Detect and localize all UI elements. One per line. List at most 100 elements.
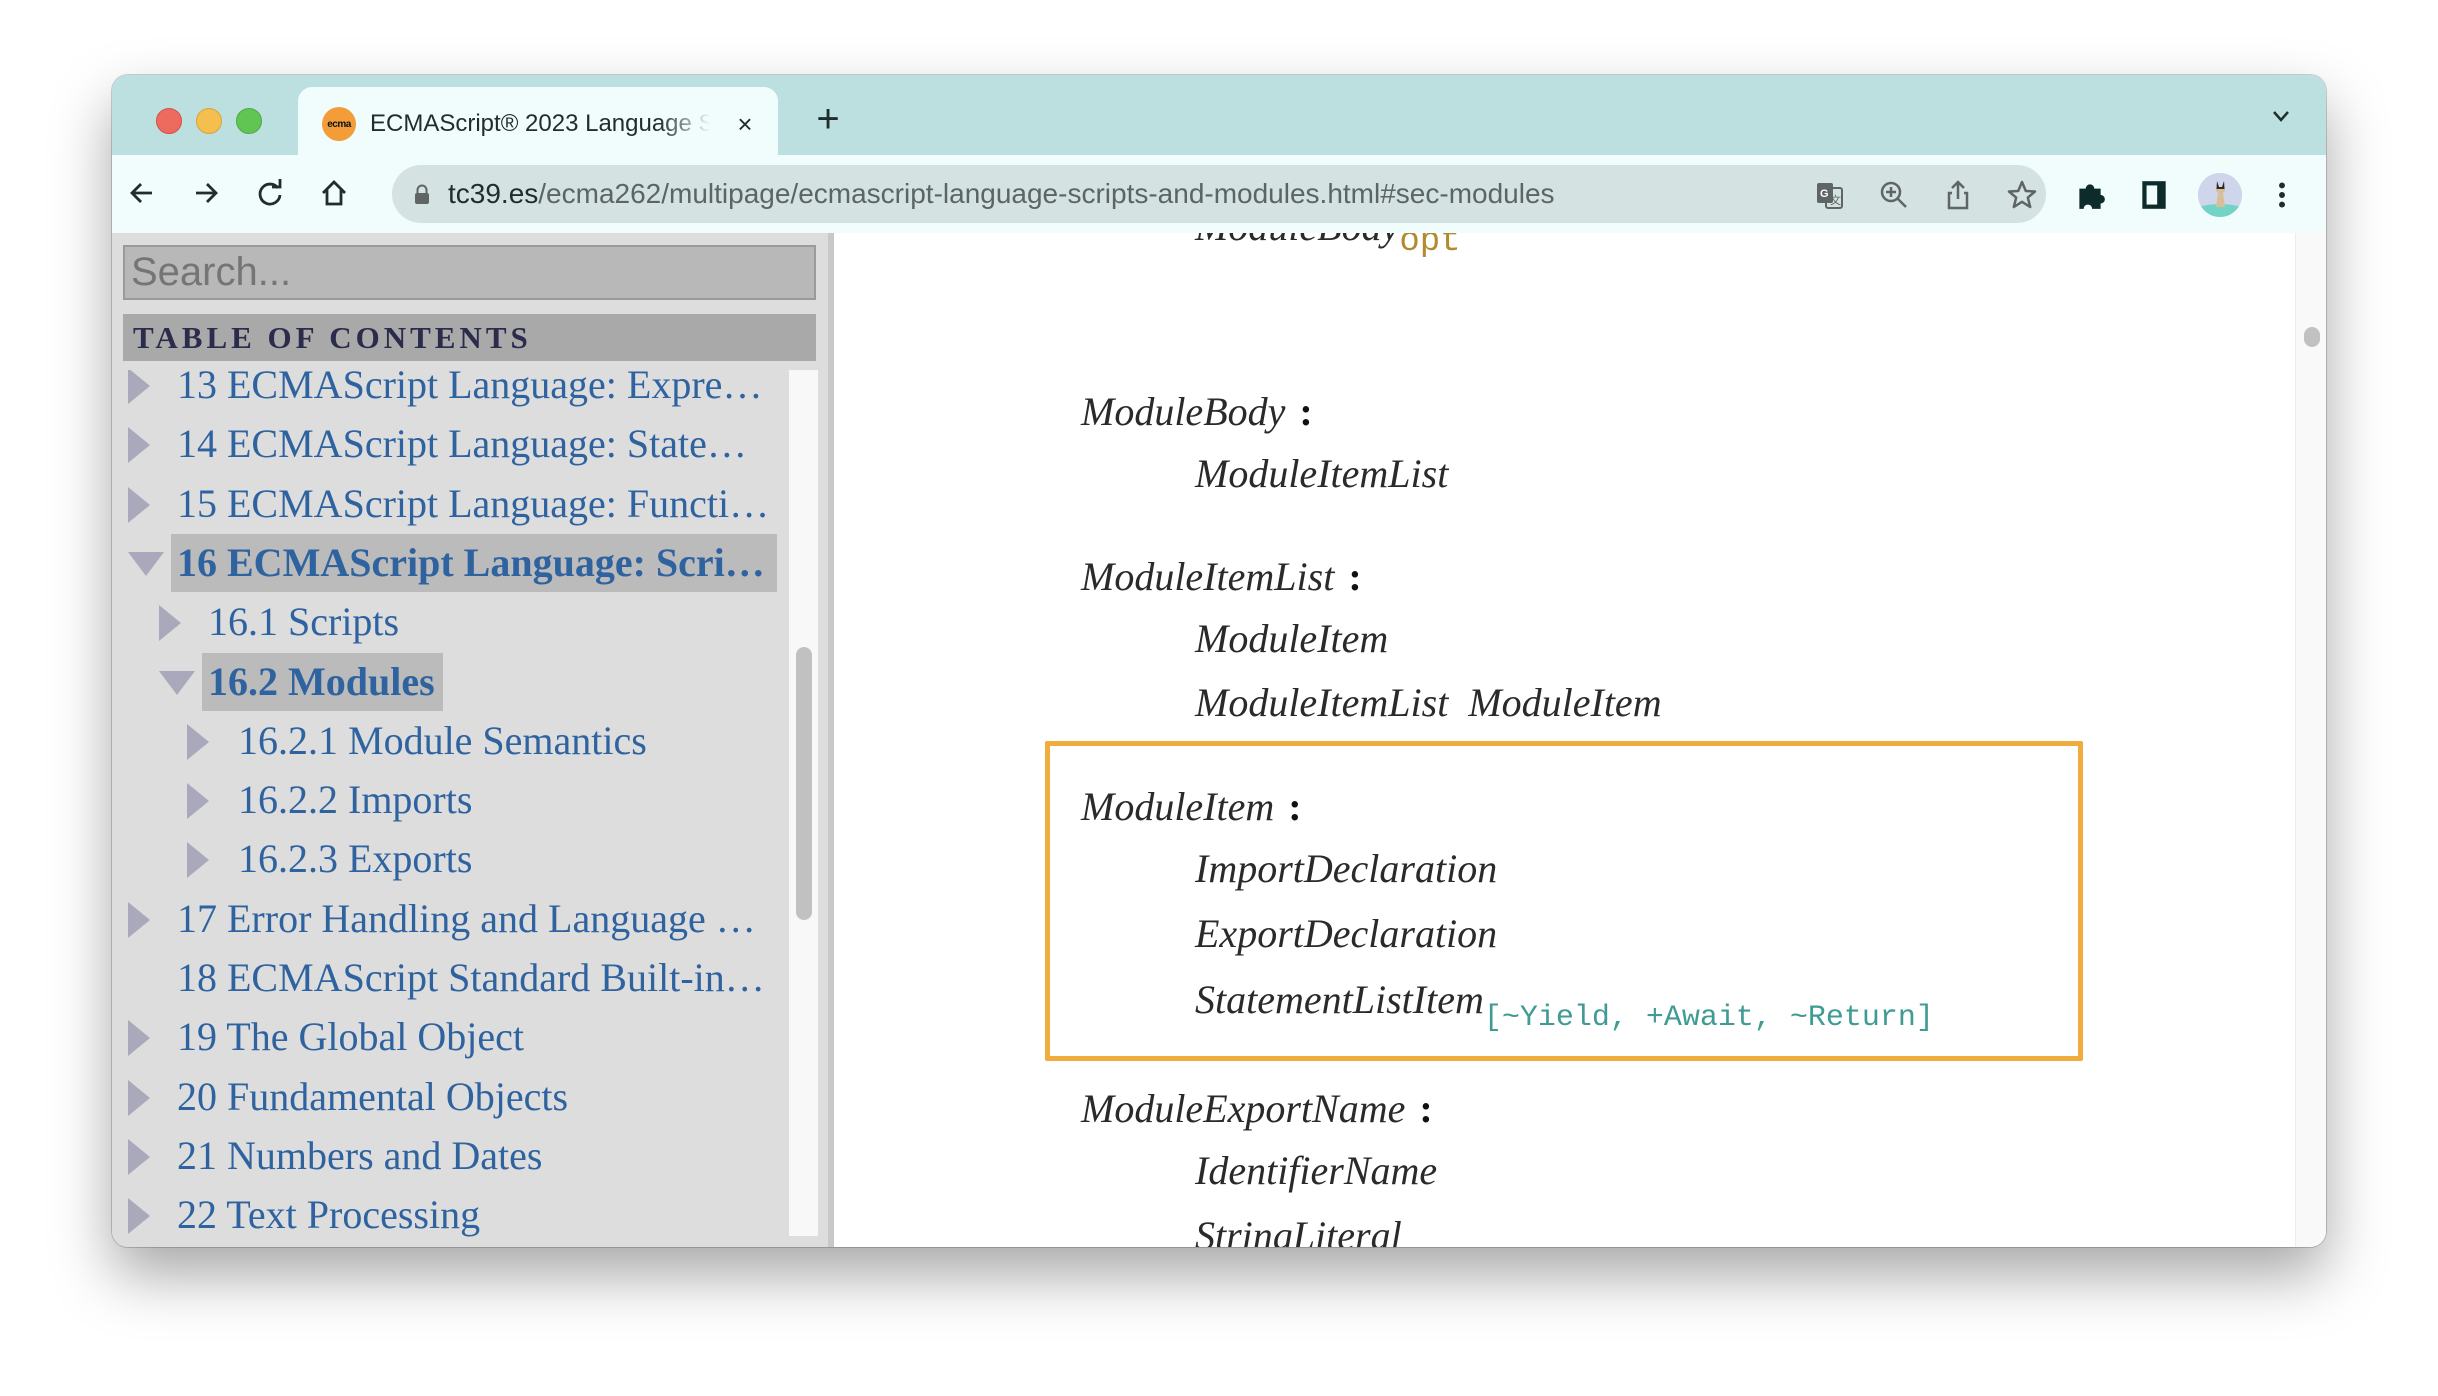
nonterminal-link[interactable]: ModuleItemList (1195, 680, 1448, 725)
toc-item-label[interactable]: 21 Numbers and Dates (177, 1127, 542, 1185)
production-colon: : (1299, 389, 1313, 434)
toc-item-label[interactable]: 16.2.2 Imports (238, 771, 472, 829)
toc-item[interactable]: 21 Numbers and Dates (112, 1127, 802, 1185)
side-panel-icon (2142, 181, 2166, 209)
collapsed-triangle-icon[interactable] (187, 783, 209, 820)
nonterminal-link[interactable]: IdentifierName (1195, 1148, 1437, 1193)
home-button[interactable] (312, 171, 356, 215)
extensions-button[interactable] (2070, 175, 2110, 215)
collapsed-triangle-icon[interactable] (128, 901, 150, 938)
toc-item[interactable]: 14 ECMAScript Language: Statements and D… (112, 415, 802, 473)
nonterminal-link[interactable]: ModuleBody (1195, 233, 1399, 249)
nonterminal-link[interactable]: ModuleItemList (1195, 451, 1448, 496)
toc-item-label[interactable]: 16.2.1 Module Semantics (238, 712, 647, 770)
forward-button[interactable] (184, 171, 228, 215)
new-tab-button[interactable]: + (808, 99, 848, 139)
tab-search-button[interactable] (2266, 105, 2296, 135)
url-text[interactable]: tc39.es/ecma262/multipage/ecmascript-lan… (448, 165, 1555, 223)
tab-title: ECMAScript® 2023 Language Specification (370, 110, 710, 137)
nonterminal-link[interactable]: ExportDeclaration (1195, 911, 1497, 956)
expanded-triangle-icon[interactable] (159, 670, 195, 695)
toc-item[interactable]: 16.2.3 Exports (112, 830, 802, 888)
zoom-window-button[interactable] (236, 108, 262, 134)
nonterminal-link[interactable]: ModuleItemList (1081, 554, 1334, 599)
address-bar[interactable]: tc39.es/ecma262/multipage/ecmascript-lan… (392, 165, 2046, 223)
production-rhs: ImportDeclaration (1195, 845, 1497, 893)
toc-item[interactable]: 13 ECMAScript Language: Expressions (112, 370, 802, 414)
collapsed-triangle-icon[interactable] (128, 1198, 150, 1235)
expanded-triangle-icon[interactable] (128, 551, 164, 576)
toc-item[interactable]: 22 Text Processing (112, 1186, 802, 1240)
toc-item-label[interactable]: 18 ECMAScript Standard Built-in Objects (177, 949, 772, 1007)
toc-item-label[interactable]: 15 ECMAScript Language: Functions and Cl… (177, 475, 772, 533)
toc-item-label[interactable]: 22 Text Processing (177, 1186, 480, 1240)
zoom-button[interactable] (1876, 177, 1912, 213)
search-input[interactable] (123, 245, 816, 300)
bookmark-button[interactable] (2004, 177, 2040, 213)
nonterminal-link[interactable]: ModuleItem (1468, 680, 1661, 725)
page-scrollbar-thumb[interactable] (2304, 327, 2320, 347)
toc-item[interactable]: 15 ECMAScript Language: Functions and Cl… (112, 475, 802, 533)
svg-text:文: 文 (1830, 193, 1841, 207)
collapsed-triangle-icon[interactable] (128, 1138, 150, 1175)
toc-item-label[interactable]: 16.1 Scripts (208, 593, 399, 651)
collapsed-triangle-icon[interactable] (128, 370, 150, 404)
collapsed-triangle-icon[interactable] (128, 1020, 150, 1057)
toc-item-label[interactable]: 13 ECMAScript Language: Expressions (177, 370, 772, 414)
side-panel-button[interactable] (2134, 175, 2174, 215)
nonterminal-link[interactable]: StringLiteral (1195, 1213, 1402, 1247)
share-button[interactable] (1940, 177, 1976, 213)
toc-item-label[interactable]: 14 ECMAScript Language: Statements and D… (177, 415, 772, 473)
collapsed-triangle-icon[interactable] (128, 1079, 150, 1116)
translate-button[interactable]: G文 (1812, 177, 1848, 213)
nonterminal-link[interactable]: ModuleItem (1081, 784, 1274, 829)
nonterminal-link[interactable]: ModuleBody (1081, 389, 1285, 434)
toc-item-label[interactable]: 20 Fundamental Objects (177, 1068, 568, 1126)
nonterminal-link[interactable]: ImportDeclaration (1195, 846, 1497, 891)
toc-item[interactable]: 20 Fundamental Objects (112, 1068, 802, 1126)
tab-ecmascript-spec[interactable]: ecma ECMAScript® 2023 Language Specifica… (298, 87, 778, 155)
collapsed-triangle-icon[interactable] (128, 486, 150, 523)
home-icon (322, 180, 346, 206)
bookmark-star-icon (2007, 180, 2037, 209)
close-window-button[interactable] (156, 108, 182, 134)
toc-item-label[interactable]: 16.2.3 Exports (238, 830, 472, 888)
toc-item[interactable]: 16.2.1 Module Semantics (112, 712, 802, 770)
forward-icon (196, 183, 218, 203)
toc-item-label[interactable]: 16.2 Modules (202, 652, 443, 711)
zoom-icon (1880, 181, 1907, 208)
page-scrollbar[interactable] (2295, 233, 2326, 1247)
collapsed-triangle-icon[interactable] (187, 723, 209, 760)
more-menu-icon (2279, 182, 2285, 208)
more-menu-button[interactable] (2262, 175, 2302, 215)
toc-item[interactable]: 19 The Global Object (112, 1008, 802, 1066)
nonterminal-link[interactable]: ModuleItem (1195, 616, 1388, 661)
back-button[interactable] (120, 171, 164, 215)
nonterminal-link[interactable]: ModuleExportName (1081, 1086, 1405, 1131)
toc-item-label[interactable]: 17 Error Handling and Language Extension… (177, 890, 772, 948)
reload-icon (258, 179, 282, 206)
collapsed-triangle-icon[interactable] (128, 427, 150, 464)
toc-item-label[interactable]: 16 ECMAScript Language: Scripts and Modu… (171, 533, 777, 592)
toc-item[interactable]: 16 ECMAScript Language: Scripts and Modu… (112, 533, 802, 592)
profile-avatar[interactable] (2198, 173, 2242, 217)
toc-item[interactable]: 18 ECMAScript Standard Built-in Objects (112, 949, 802, 1007)
tab-close-icon[interactable]: × (728, 107, 762, 141)
production-lhs: ModuleItemList: (1081, 553, 1362, 601)
toc-item[interactable]: 17 Error Handling and Language Extension… (112, 890, 802, 948)
production-lhs: ModuleBody: (1081, 388, 1313, 436)
toc-item-label[interactable]: 19 The Global Object (177, 1008, 524, 1066)
nonterminal-link[interactable]: StatementListItem (1195, 977, 1484, 1022)
grammar-rhs-partial: ModuleBodyopt (1195, 233, 1461, 261)
chevron-down-icon (2273, 111, 2289, 122)
toc-sidebar: TABLE OF CONTENTS 13 ECMAScript Language… (112, 233, 834, 1247)
collapsed-triangle-icon[interactable] (187, 842, 209, 879)
toc-item[interactable]: 16.2.2 Imports (112, 771, 802, 829)
tab-bar: ecma ECMAScript® 2023 Language Specifica… (112, 75, 2326, 155)
reload-button[interactable] (248, 171, 292, 215)
production-rhs: ModuleItemList ModuleItem (1195, 679, 1662, 727)
minimize-window-button[interactable] (196, 108, 222, 134)
collapsed-triangle-icon[interactable] (159, 605, 181, 642)
toc-item[interactable]: 16.1 Scripts (112, 593, 802, 651)
toc-item[interactable]: 16.2 Modules (112, 652, 802, 711)
